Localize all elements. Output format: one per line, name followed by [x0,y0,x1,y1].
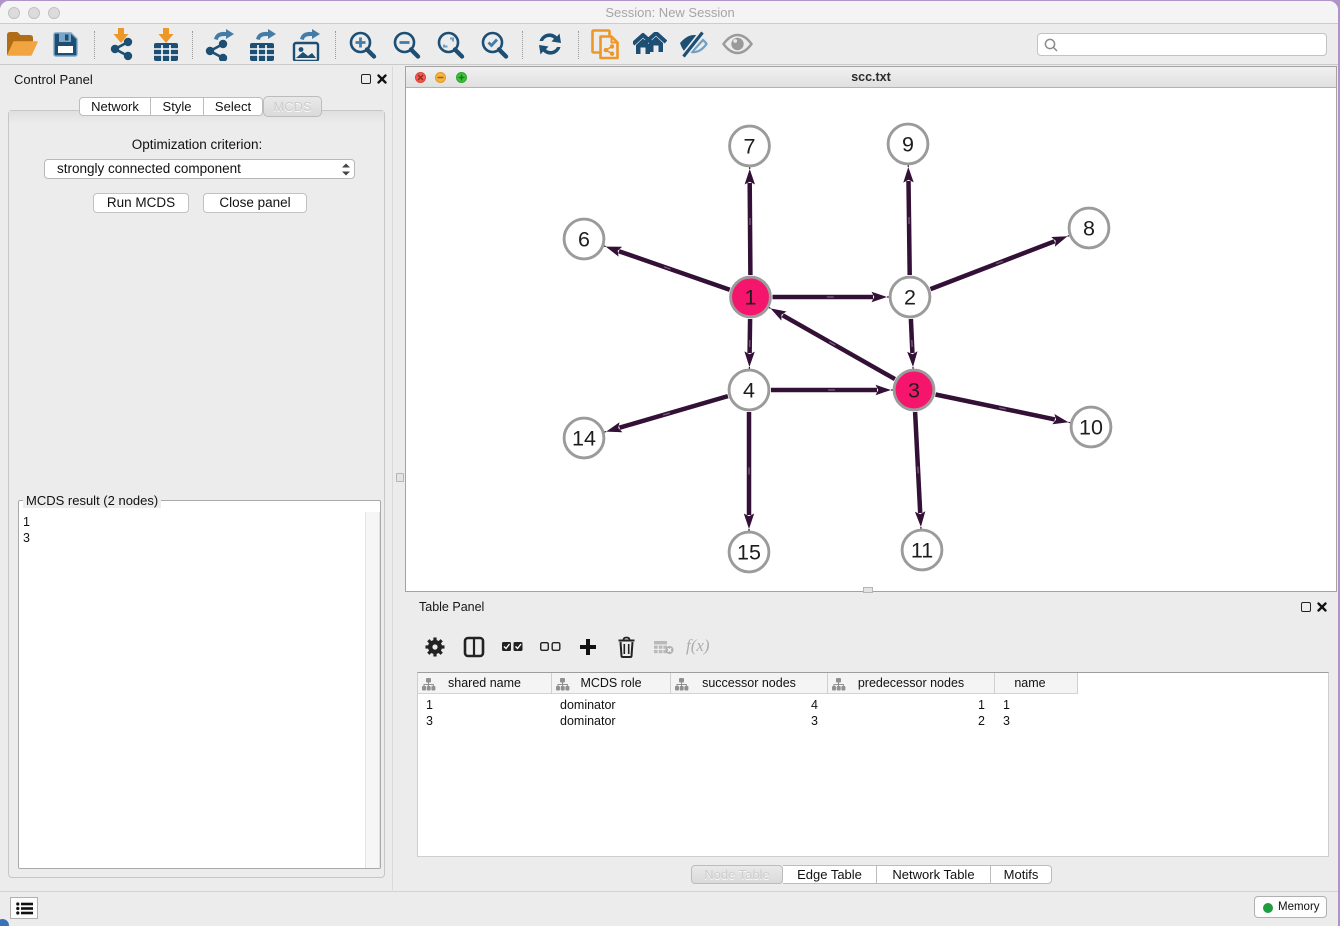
svg-text:4: 4 [743,379,755,403]
svg-text:7: 7 [744,135,756,159]
svg-text:10: 10 [1079,416,1103,440]
svg-text:11: 11 [911,539,933,563]
svg-text:6: 6 [578,228,590,252]
svg-text:3: 3 [908,379,920,403]
svg-text:15: 15 [737,541,761,565]
svg-text:1: 1 [745,286,757,310]
svg-text:14: 14 [572,427,596,451]
svg-text:8: 8 [1083,217,1095,241]
svg-text:9: 9 [902,133,914,157]
svg-text:2: 2 [904,286,916,310]
